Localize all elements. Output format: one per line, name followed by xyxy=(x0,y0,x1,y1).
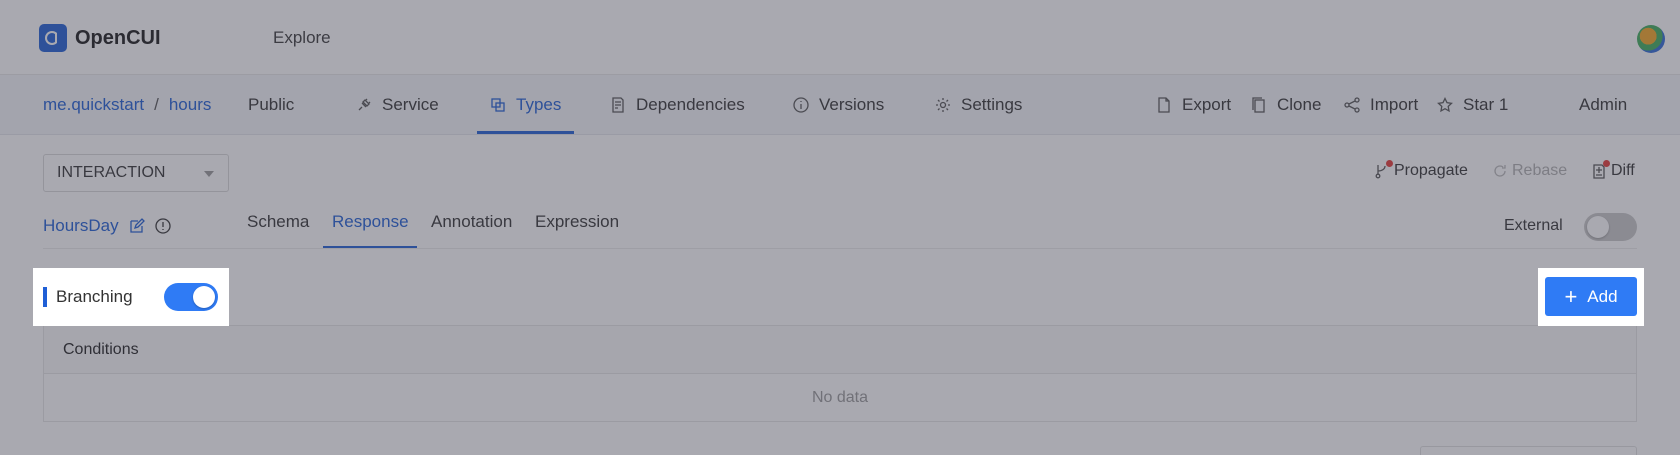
breadcrumb-separator: / xyxy=(154,95,159,114)
refresh-icon xyxy=(1492,163,1508,179)
propagate-label: Propagate xyxy=(1394,162,1468,179)
logo-text: OpenCUI xyxy=(75,26,161,49)
tab-dependencies-label: Dependencies xyxy=(636,95,745,114)
column-conditions: Conditions xyxy=(63,340,139,358)
export-label: Export xyxy=(1182,95,1232,114)
info-icon xyxy=(793,97,809,113)
propagate-button[interactable]: Propagate xyxy=(1374,160,1468,180)
table-empty: No data xyxy=(811,388,869,406)
external-toggle[interactable] xyxy=(1584,213,1637,241)
active-tab-indicator xyxy=(477,131,574,134)
breadcrumb-project[interactable]: hours xyxy=(169,95,212,115)
branching-toggle[interactable] xyxy=(164,283,218,311)
plus-icon: + xyxy=(1564,283,1578,309)
visibility-label: Public xyxy=(248,95,295,114)
tab-versions[interactable]: Versions xyxy=(793,94,884,116)
type-kind-select[interactable]: INTERACTION xyxy=(43,154,229,192)
gear-icon xyxy=(936,98,950,112)
app-logo[interactable]: OpenCUI xyxy=(39,24,161,52)
pagination-box[interactable] xyxy=(1420,446,1637,455)
clone-button[interactable]: Clone xyxy=(1251,94,1321,116)
tab-service[interactable]: Service xyxy=(356,94,439,116)
subtab-annotation[interactable]: Annotation xyxy=(431,212,512,232)
tab-service-label: Service xyxy=(382,95,439,114)
branching-toggle-knob xyxy=(193,286,215,308)
tab-dependencies[interactable]: Dependencies xyxy=(610,94,745,116)
avatar[interactable] xyxy=(1637,25,1665,53)
external-toggle-knob xyxy=(1587,216,1609,238)
type-name: HoursDay xyxy=(43,216,171,236)
branching-label: Branching xyxy=(56,287,133,306)
chevron-down-icon xyxy=(204,171,214,177)
breadcrumb-org[interactable]: me.quickstart xyxy=(43,95,144,115)
diff-label: Diff xyxy=(1611,162,1635,179)
types-icon xyxy=(491,98,505,112)
branching-indicator xyxy=(43,287,47,307)
top-navbar: OpenCUI Explore xyxy=(0,0,1680,75)
plug-icon xyxy=(358,98,371,111)
share-icon xyxy=(1344,97,1360,113)
type-name-label[interactable]: HoursDay xyxy=(43,216,119,236)
edit-icon[interactable] xyxy=(129,218,145,234)
subtab-expression[interactable]: Expression xyxy=(535,212,619,232)
tab-settings-label: Settings xyxy=(961,95,1023,114)
diff-button[interactable]: Diff xyxy=(1591,160,1635,180)
tab-types[interactable]: Types xyxy=(490,94,561,116)
star-icon xyxy=(1437,97,1453,113)
tab-types-label: Types xyxy=(516,95,562,114)
branch-icon xyxy=(1374,160,1393,179)
import-label: Import xyxy=(1370,95,1419,114)
diff-icon xyxy=(1591,160,1610,179)
star-label: Star 1 xyxy=(1463,95,1509,114)
project-bar: me.quickstart / hours Public Service Typ… xyxy=(0,75,1680,135)
add-label: Add xyxy=(1587,286,1618,306)
tab-versions-label: Versions xyxy=(819,95,885,114)
table-header: Conditions xyxy=(44,326,1636,374)
clone-label: Clone xyxy=(1277,95,1322,114)
import-button[interactable]: Import xyxy=(1344,94,1418,116)
admin-link[interactable]: Admin xyxy=(1579,94,1627,116)
conditions-table: Conditions No data xyxy=(43,325,1637,422)
document-icon xyxy=(612,97,624,113)
tab-settings[interactable]: Settings xyxy=(935,94,1022,116)
nav-explore-link[interactable]: Explore xyxy=(273,28,331,48)
subtab-response[interactable]: Response xyxy=(332,212,409,232)
rebase-label: Rebase xyxy=(1512,162,1568,179)
logo-icon xyxy=(39,24,67,52)
rebase-button[interactable]: Rebase xyxy=(1492,162,1567,180)
alert-circle-icon[interactable] xyxy=(154,218,171,234)
subtab-schema[interactable]: Schema xyxy=(247,212,309,232)
external-label: External xyxy=(1504,217,1563,234)
export-button[interactable]: Export xyxy=(1156,94,1231,116)
subtabs-divider xyxy=(43,248,1637,249)
file-icon xyxy=(1158,97,1170,113)
star-button[interactable]: Star 1 xyxy=(1437,94,1508,116)
add-button[interactable]: + Add xyxy=(1545,277,1637,316)
copy-icon xyxy=(1252,97,1265,113)
breadcrumb: me.quickstart / hours xyxy=(43,95,211,115)
type-kind-value: INTERACTION xyxy=(57,164,166,181)
